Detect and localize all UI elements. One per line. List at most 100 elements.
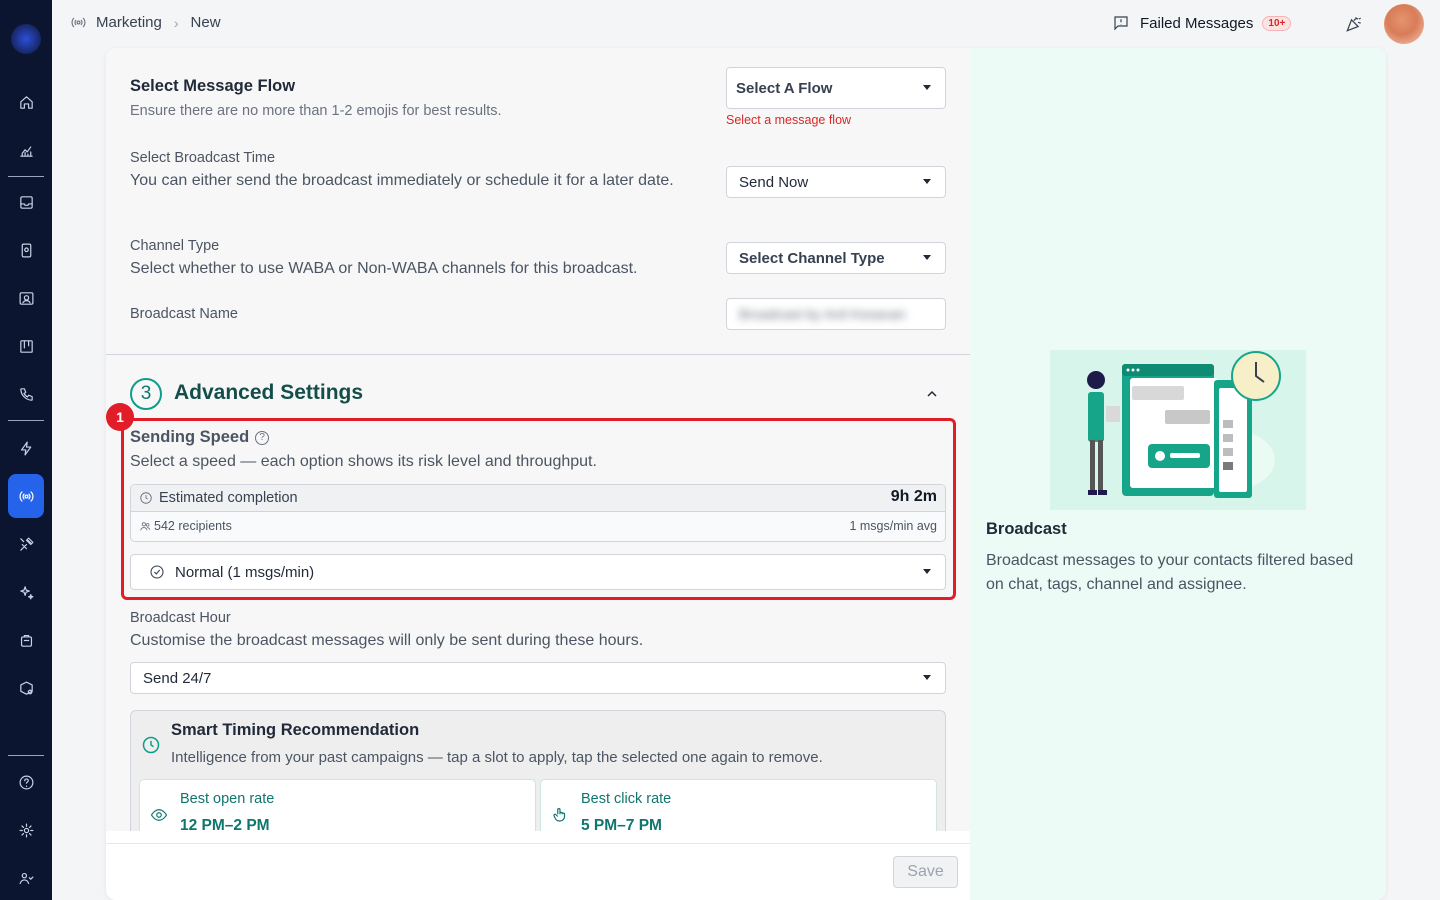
failed-messages-button[interactable]: Failed Messages 10+ <box>1112 14 1292 32</box>
caret-down-icon <box>923 255 931 260</box>
alert-message-icon <box>1114 16 1128 31</box>
breadcrumb-section[interactable]: Marketing <box>96 14 162 31</box>
sidebar <box>0 0 52 900</box>
chevron-up-icon[interactable] <box>924 386 940 402</box>
estimated-completion-box: Estimated completion 9h 2m 542 recipient… <box>130 484 946 542</box>
message-flow-select-value: Select A Flow <box>736 79 833 97</box>
caret-down-icon <box>923 179 931 184</box>
timing-slot-label: Best open rate <box>180 791 275 807</box>
caret-down-icon <box>923 569 931 574</box>
home-icon[interactable] <box>10 86 42 118</box>
average-rate: 1 msgs/min avg <box>849 519 937 533</box>
message-flow-title: Select Message Flow <box>130 77 296 95</box>
smart-timing-desc: Intelligence from your past campaigns — … <box>171 749 823 766</box>
top-bar: Marketing › New Failed Messages 10+ <box>52 0 1440 48</box>
bolt-icon[interactable] <box>10 432 42 464</box>
pointer-click-icon <box>553 808 566 822</box>
sidebar-divider <box>8 176 44 177</box>
advanced-settings-title: Advanced Settings <box>174 381 364 404</box>
recipients-count: 542 recipients <box>139 519 232 533</box>
sidebar-divider <box>8 755 44 756</box>
contacts-icon[interactable] <box>10 234 42 266</box>
avatar[interactable] <box>1384 4 1424 44</box>
estimated-completion-text: Estimated completion <box>159 490 298 506</box>
timing-slot-value: 12 PM–2 PM <box>180 817 270 831</box>
contact-card-icon[interactable] <box>10 282 42 314</box>
failed-messages-label: Failed Messages <box>1140 14 1254 32</box>
step-number: 3 <box>130 378 162 410</box>
channel-type-value: Select Channel Type <box>739 249 885 267</box>
timing-slot-open-rate[interactable]: Best open rate 12 PM–2 PM <box>139 779 536 831</box>
sending-speed-title: Sending Speed ? <box>130 428 270 447</box>
chevron-right-icon: › <box>173 14 179 31</box>
app-logo[interactable] <box>11 24 41 54</box>
channel-type-desc: Select whether to use WABA or Non-WABA c… <box>130 260 638 277</box>
help-icon[interactable] <box>10 766 42 798</box>
message-flow-error: Select a message flow <box>726 113 852 127</box>
timing-slot-value: 5 PM–7 PM <box>581 817 662 831</box>
broadcast-time-select[interactable]: Send Now <box>726 166 946 198</box>
form-footer: Save <box>106 843 970 900</box>
sending-speed-desc: Select a speed — each option shows its r… <box>130 453 597 470</box>
broadcast-illustration <box>1050 350 1306 510</box>
smart-timing-title: Smart Timing Recommendation <box>171 721 420 739</box>
check-circle-icon <box>150 565 164 579</box>
timing-slot-label: Best click rate <box>581 791 672 807</box>
sending-speed-value: Normal (1 msgs/min) <box>175 563 315 581</box>
package-settings-icon[interactable] <box>10 672 42 704</box>
message-flow-select[interactable]: Select A Flow <box>726 67 946 109</box>
broadcast-hour-value: Send 24/7 <box>143 669 212 687</box>
breadcrumb: Marketing › New <box>70 14 221 31</box>
info-description: Broadcast messages to your contacts filt… <box>986 552 1354 593</box>
section-divider <box>106 354 970 355</box>
users-icon <box>140 521 151 530</box>
phone-icon[interactable] <box>10 378 42 410</box>
board-icon[interactable] <box>10 330 42 362</box>
party-popper-icon[interactable] <box>1344 14 1364 34</box>
eye-icon <box>150 809 168 821</box>
sidebar-divider <box>8 420 44 421</box>
smart-timing-panel: Smart Timing Recommendation Intelligence… <box>130 710 946 831</box>
channel-type-select[interactable]: Select Channel Type <box>726 242 946 274</box>
highlight-number-badge: 1 <box>106 403 134 431</box>
broadcast-hour-desc: Customise the broadcast messages will on… <box>130 632 644 649</box>
broadcast-name-value: Broadcast by Anil Kesavan <box>739 306 906 322</box>
inbox-icon[interactable] <box>10 186 42 218</box>
broadcast-hour-label: Broadcast Hour <box>130 610 231 626</box>
info-panel: Broadcast Broadcast messages to your con… <box>970 48 1386 900</box>
sending-speed-label: Sending Speed <box>130 428 250 446</box>
recipients-text: 542 recipients <box>154 519 232 533</box>
sending-speed-select[interactable]: Normal (1 msgs/min) <box>130 554 946 590</box>
timing-slot-click-rate[interactable]: Best click rate 5 PM–7 PM <box>540 779 937 831</box>
broadcast-name-label: Broadcast Name <box>130 306 238 322</box>
clock-icon <box>141 735 161 755</box>
caret-down-icon <box>923 675 931 680</box>
failed-messages-badge: 10+ <box>1262 15 1292 31</box>
broadcast-icon[interactable] <box>8 474 44 518</box>
caret-down-icon <box>923 85 931 90</box>
help-icon[interactable]: ? <box>255 430 270 445</box>
breadcrumb-page: New <box>190 14 221 31</box>
broadcast-name-input[interactable]: Broadcast by Anil Kesavan <box>726 298 946 330</box>
team-icon[interactable] <box>10 862 42 894</box>
channel-type-label: Channel Type <box>130 238 220 254</box>
analytics-icon[interactable] <box>10 134 42 166</box>
estimated-completion-header: Estimated completion 9h 2m <box>131 485 945 512</box>
message-flow-hint: Ensure there are no more than 1-2 emojis… <box>130 103 502 119</box>
clock-icon <box>140 492 152 504</box>
broadcast-time-value: Send Now <box>739 173 809 191</box>
broadcast-icon <box>71 17 86 28</box>
broadcast-form-card: Select Message Flow Ensure there are no … <box>106 48 1386 900</box>
info-title: Broadcast <box>986 520 1067 538</box>
settings-icon[interactable] <box>10 814 42 846</box>
tools-icon[interactable] <box>10 528 42 560</box>
estimated-completion-value: 9h 2m <box>890 488 937 505</box>
broadcast-hour-select[interactable]: Send 24/7 <box>130 662 946 694</box>
estimated-completion-label: Estimated completion <box>139 490 298 506</box>
form-scroll-area[interactable]: Select Message Flow Ensure there are no … <box>106 48 970 831</box>
sparkle-icon[interactable] <box>10 576 42 608</box>
save-button[interactable]: Save <box>893 856 958 888</box>
bag-icon[interactable] <box>10 624 42 656</box>
broadcast-time-desc: You can either send the broadcast immedi… <box>130 172 674 189</box>
broadcast-time-label: Select Broadcast Time <box>130 150 276 166</box>
